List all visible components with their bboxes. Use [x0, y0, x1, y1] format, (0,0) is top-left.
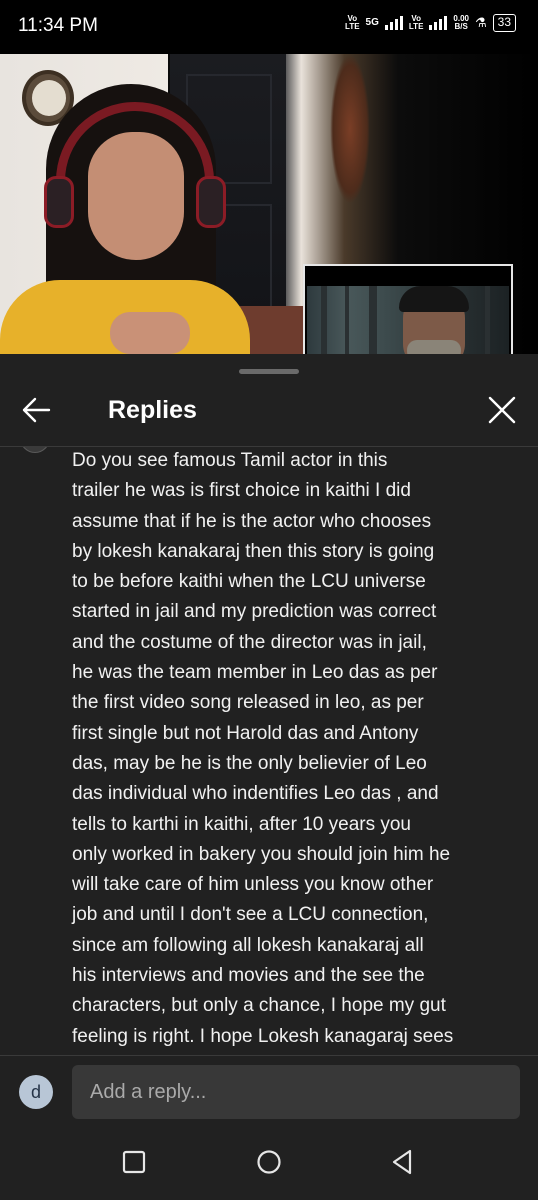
- user-avatar: d: [19, 1075, 53, 1109]
- data-speed: 0.00 B/S: [453, 14, 469, 31]
- signal-sim2-icon: [429, 16, 448, 30]
- status-icons: Vo LTE 5G Vo LTE 0.00 B/S ⚗ 33: [345, 14, 516, 32]
- background-plant: [330, 54, 370, 204]
- avatar[interactable]: [20, 447, 50, 453]
- composer-divider: [0, 1055, 538, 1056]
- triangle-back-icon: [392, 1149, 412, 1175]
- drag-handle[interactable]: [239, 369, 299, 374]
- replies-panel: Replies Do you see famous Tamil actor in…: [0, 354, 538, 1200]
- panel-title: Replies: [108, 396, 197, 424]
- volte-sim2-icon: Vo LTE: [408, 14, 424, 31]
- close-button[interactable]: [484, 392, 520, 428]
- arrow-left-icon: [22, 397, 51, 423]
- square-icon: [122, 1150, 146, 1174]
- status-time: 11:34 PM: [18, 15, 98, 36]
- circle-icon: [257, 1150, 281, 1174]
- trailer-frame: [307, 286, 509, 354]
- status-bar: 11:34 PM Vo LTE 5G Vo LTE 0.00 B/S ⚗ 33: [0, 0, 538, 54]
- reply-scroll-area[interactable]: Do you see famous Tamil actor in this tr…: [0, 447, 538, 1055]
- reply-input[interactable]: [72, 1065, 520, 1119]
- battery-icon: 33: [492, 14, 516, 32]
- volte-sim1-icon: Vo LTE: [345, 14, 360, 31]
- signal-sim1-icon: [384, 16, 403, 30]
- network-5g-icon: 5G: [365, 17, 379, 28]
- close-icon: [488, 396, 516, 424]
- flask-icon: ⚗: [474, 15, 487, 30]
- video-player[interactable]: [0, 54, 538, 354]
- home-button[interactable]: [249, 1142, 289, 1182]
- system-back-button[interactable]: [382, 1142, 422, 1182]
- reactor-person: [0, 84, 250, 354]
- back-button[interactable]: [18, 392, 54, 428]
- reply-comment-text: Do you see famous Tamil actor in this tr…: [72, 450, 454, 1047]
- picture-in-picture-trailer[interactable]: [303, 264, 513, 354]
- recents-button[interactable]: [114, 1142, 154, 1182]
- system-nav-bar: [0, 1124, 538, 1200]
